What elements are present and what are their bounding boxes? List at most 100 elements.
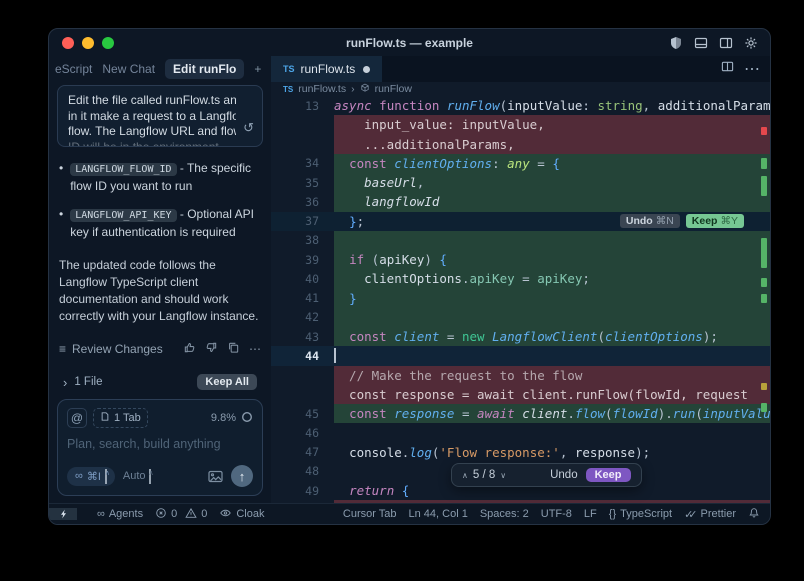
composer[interactable]: @ 1 Tab 9.8% Plan, search, build anythin… — [57, 399, 263, 496]
split-editor-icon[interactable] — [721, 60, 734, 78]
thumbs-up-icon[interactable] — [183, 341, 196, 357]
code-line[interactable]: 43 const client = new LangflowClient(cli… — [271, 327, 770, 346]
formatter-status[interactable]: ✓✓ Prettier — [684, 508, 736, 521]
language-status[interactable]: {} TypeScript — [609, 508, 672, 520]
cursor-tab-status[interactable]: Cursor Tab — [343, 508, 397, 520]
cursor-position-status[interactable]: Ln 44, Col 1 — [409, 508, 468, 520]
code-line[interactable]: 46 — [271, 423, 770, 442]
new-chat-button[interactable]: + — [254, 62, 261, 76]
user-message-card[interactable]: Edit the file called runFlow.ts andin it… — [57, 85, 263, 147]
undo-all-button[interactable]: Undo — [550, 469, 578, 481]
bell-icon[interactable] — [748, 507, 760, 522]
code-line[interactable]: 41 } — [271, 289, 770, 308]
line-number: 13 — [271, 99, 334, 113]
bullet-item: •LANGFLOW_FLOW_ID - The specific flow ID… — [59, 160, 263, 195]
shield-icon[interactable] — [669, 36, 683, 50]
env-var-chip: LANGFLOW_API_KEY — [70, 209, 176, 222]
code-line[interactable] — [271, 500, 770, 503]
model-selector[interactable]: Auto ∧ — [123, 469, 151, 484]
panel-right-icon[interactable] — [719, 36, 733, 50]
line-number: 41 — [271, 291, 334, 305]
problems-status[interactable]: 0 0 — [155, 507, 207, 522]
editor-tab-runflow[interactable]: TS runFlow.ts — [271, 56, 382, 82]
file-icon — [100, 411, 110, 425]
undo-diff-button[interactable]: Undo⌘N — [620, 214, 680, 228]
code-line[interactable]: // Make the request to the flow — [271, 366, 770, 385]
typescript-file-icon: TS — [283, 64, 295, 74]
chevron-down-icon[interactable]: ∨ — [500, 471, 506, 480]
changed-files-row[interactable]: › 1 File Keep All — [49, 371, 271, 395]
code-line[interactable]: ...additionalParams, — [271, 135, 770, 154]
added-mark — [761, 403, 767, 412]
mention-button[interactable]: @ — [67, 408, 87, 428]
added-mark — [761, 278, 767, 287]
copy-icon[interactable] — [227, 341, 240, 357]
code-editor[interactable]: 13async function runFlow(inputValue: str… — [271, 96, 770, 503]
encoding-status[interactable]: UTF-8 — [541, 508, 572, 520]
code-line[interactable]: 47 console.log('Flow response:', respons… — [271, 443, 770, 462]
keep-all-button[interactable]: Keep All — [197, 374, 257, 390]
agents-status[interactable]: ∞ Agents — [97, 508, 143, 520]
infinity-icon: ∞ — [75, 470, 83, 482]
infinity-icon: ∞ — [97, 508, 105, 520]
diff-nav-counter: 5 / 8 — [473, 469, 495, 481]
code-line[interactable]: 39 if (apiKey) { — [271, 250, 770, 269]
overview-ruler[interactable] — [758, 96, 770, 503]
code-line[interactable]: 40 clientOptions.apiKey = apiKey; — [271, 269, 770, 288]
breadcrumb-symbol[interactable]: runFlow — [375, 83, 412, 95]
indentation-status[interactable]: Spaces: 2 — [480, 508, 529, 520]
line-number: 40 — [271, 272, 334, 286]
close-window-button[interactable] — [62, 37, 74, 49]
editor-tab-bar: TS runFlow.ts ⋯ — [271, 56, 770, 82]
code-line[interactable]: 34 const clientOptions: any = { — [271, 154, 770, 173]
review-more-button[interactable]: ⋯ — [249, 342, 261, 356]
chevron-up-icon[interactable]: ∧ — [462, 471, 468, 480]
code-line[interactable]: 35 baseUrl, — [271, 173, 770, 192]
chat-tab-escript[interactable]: eScript — [55, 62, 92, 76]
thumbs-down-icon[interactable] — [205, 341, 218, 357]
composer-input[interactable]: Plan, search, build anything — [67, 437, 253, 451]
zoom-window-button[interactable] — [102, 37, 114, 49]
code-line[interactable]: input_value: inputValue, — [271, 115, 770, 134]
code-line[interactable]: 13async function runFlow(inputValue: str… — [271, 96, 770, 115]
send-button[interactable]: ↑ — [231, 465, 253, 487]
message-line: flow. The Langflow URL and flow — [68, 124, 236, 140]
line-number: 45 — [271, 407, 334, 421]
keep-diff-button[interactable]: Keep⌘Y — [686, 214, 744, 228]
code-line[interactable]: const response = await client.runFlow(fl… — [271, 385, 770, 404]
chat-tab-edit-runflo[interactable]: Edit runFlo — [165, 59, 244, 79]
window-title: runFlow.ts — example — [346, 36, 473, 50]
breadcrumb-file[interactable]: runFlow.ts — [298, 83, 346, 95]
double-check-icon: ✓✓ — [684, 508, 692, 521]
line-number: 42 — [271, 310, 334, 324]
chat-tab-new-chat[interactable]: New Chat — [102, 62, 155, 76]
keep-button[interactable]: Keep — [586, 468, 631, 482]
line-number: 44 — [271, 349, 334, 363]
bullet-list: •LANGFLOW_FLOW_ID - The specific flow ID… — [59, 160, 263, 252]
code-line[interactable]: 45 const response = await client.flow(fl… — [271, 404, 770, 423]
code-line[interactable]: 42 — [271, 308, 770, 327]
modified-dot-icon[interactable] — [363, 66, 370, 73]
agent-mode-selector[interactable]: ∞ ⌘I ∧ — [67, 467, 115, 486]
code-line[interactable]: 36 langflowId — [271, 192, 770, 211]
editor-more-button[interactable]: ⋯ — [744, 59, 760, 79]
code-line[interactable]: 37 };Undo⌘NKeep⌘Y — [271, 212, 770, 231]
minimize-window-button[interactable] — [82, 37, 94, 49]
editor-tab-label: runFlow.ts — [301, 62, 356, 76]
review-changes-label[interactable]: Review Changes — [72, 342, 163, 356]
code-lines: 13async function runFlow(inputValue: str… — [271, 96, 770, 503]
panel-bottom-icon[interactable] — [694, 36, 708, 50]
typescript-file-icon: TS — [283, 85, 293, 94]
context-tab-chip[interactable]: 1 Tab — [93, 408, 148, 428]
remote-indicator[interactable] — [49, 508, 77, 520]
code-line[interactable]: 44 — [271, 346, 770, 365]
line-number: 48 — [271, 464, 334, 478]
attach-image-icon[interactable] — [208, 470, 223, 483]
error-icon — [155, 507, 167, 522]
settings-gear-icon[interactable] — [744, 36, 758, 50]
code-line[interactable]: 38 — [271, 231, 770, 250]
eol-status[interactable]: LF — [584, 508, 597, 520]
undo-arrow-icon[interactable]: ↺ — [243, 120, 254, 136]
cloak-status[interactable]: Cloak — [219, 507, 264, 522]
titlebar: runFlow.ts — example — [49, 29, 770, 56]
